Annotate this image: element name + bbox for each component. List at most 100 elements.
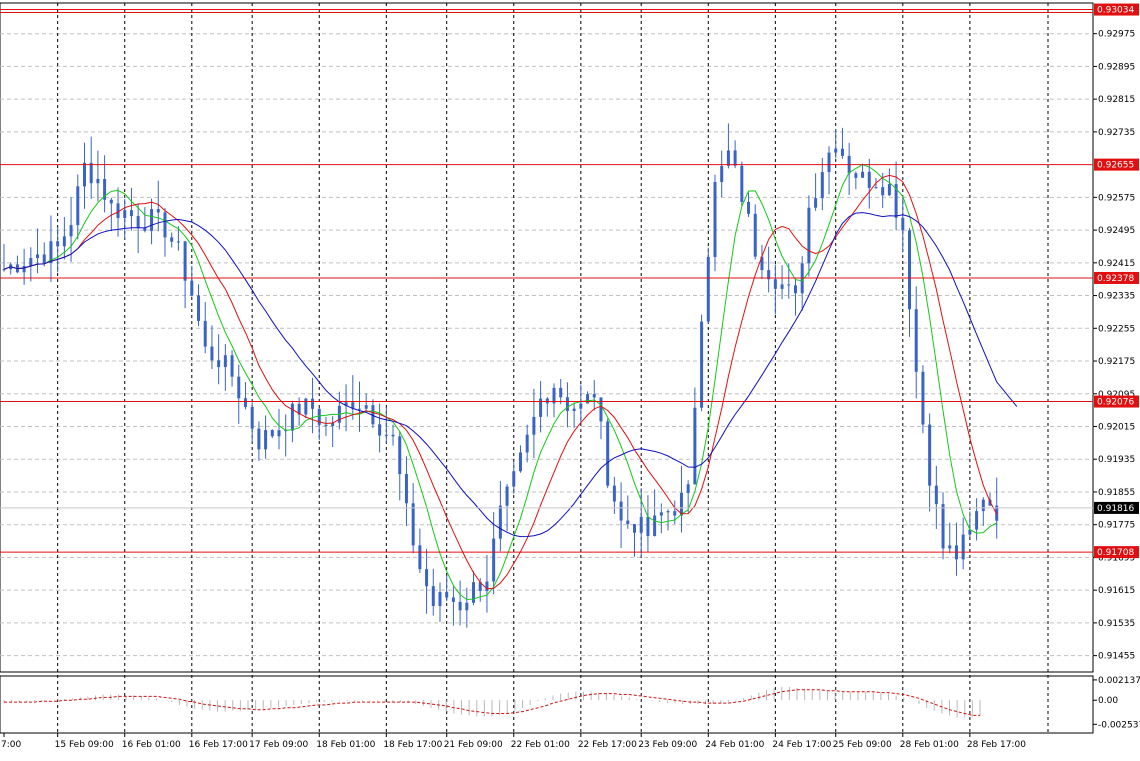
candle-body [592, 394, 596, 398]
candle-body [210, 346, 214, 361]
candle-body [230, 355, 234, 377]
x-tick-label: 17 Feb 09:00 [249, 740, 308, 750]
candle-body [404, 474, 408, 504]
candle-body [129, 210, 133, 217]
candle-body [96, 178, 100, 184]
y-tick-label: 0.92895 [1098, 62, 1135, 72]
candle-body [62, 236, 66, 247]
y-tick-label: 0.92975 [1098, 30, 1135, 40]
y-tick-label: 0.92175 [1098, 357, 1135, 367]
candle-body [36, 254, 40, 259]
candle-body [545, 398, 549, 404]
candle-body [89, 162, 93, 184]
y-tick-label: 0.92255 [1098, 324, 1135, 334]
candle-body [780, 284, 784, 289]
candle[interactable] [700, 314, 704, 412]
x-tick-label: 28 Feb 01:00 [900, 740, 959, 750]
x-tick-label: 21 Feb 09:00 [444, 740, 503, 750]
candle-body [633, 524, 637, 533]
y-tick-label: 0.92815 [1098, 95, 1135, 105]
candle-body [673, 511, 677, 516]
candle-body [223, 355, 227, 368]
candle-body [176, 241, 180, 243]
candle-body [787, 284, 791, 286]
current-price-label: 0.91816 [1097, 504, 1134, 514]
candle-body [700, 321, 704, 408]
candle[interactable] [921, 365, 925, 434]
candle-body [304, 398, 308, 415]
candle-body [834, 148, 838, 153]
candle-body [451, 597, 455, 602]
candle-body [82, 162, 86, 187]
candle-body [290, 403, 294, 431]
candle-body [445, 592, 449, 598]
candle-body [378, 424, 382, 436]
candle-body [431, 586, 435, 606]
candle[interactable] [706, 247, 710, 324]
candle-body [458, 601, 462, 611]
candle-body [270, 430, 274, 437]
candle[interactable] [606, 418, 610, 489]
candle-body [981, 499, 985, 512]
candle-body [840, 148, 844, 156]
candle-body [123, 210, 127, 219]
x-tick-label: 23 Feb 09:00 [638, 740, 697, 750]
y-tick-label: 0.92495 [1098, 226, 1135, 236]
candle-body [908, 230, 912, 310]
candle-body [706, 256, 710, 322]
candle-body [364, 405, 368, 409]
y-tick-label: 0.91855 [1098, 488, 1135, 498]
candle-body [472, 582, 476, 603]
candle-body [512, 471, 516, 487]
level-label: 0.92076 [1097, 398, 1134, 408]
candle-body [438, 592, 442, 606]
candle-body [156, 209, 160, 213]
candle-body [56, 241, 60, 247]
candle-body [579, 403, 583, 409]
candle-body [941, 504, 945, 549]
candle-body [713, 182, 717, 257]
candle-body [22, 266, 26, 273]
candle-body [518, 452, 522, 472]
candle[interactable] [740, 161, 744, 207]
candle-body [237, 376, 241, 399]
level-label: 0.93034 [1097, 6, 1134, 16]
candle-body [948, 545, 952, 549]
y-tick-label: 0.92415 [1098, 259, 1135, 269]
candle-body [532, 416, 536, 435]
candle-body [565, 397, 569, 411]
candle-body [243, 398, 247, 407]
candle-body [190, 280, 194, 296]
x-tick-label: 25 Feb 09:00 [833, 740, 892, 750]
candle-body [659, 512, 663, 516]
y-tick-label: 0.91535 [1098, 619, 1135, 629]
candle-body [914, 309, 918, 372]
candle-body [928, 424, 932, 486]
candle-body [42, 254, 46, 263]
candle-body [747, 201, 751, 214]
x-tick-label: 24 Feb 01:00 [705, 740, 764, 750]
x-tick-label: 24 Feb 17:00 [772, 740, 831, 750]
candle-body [861, 171, 865, 178]
candle[interactable] [713, 174, 717, 272]
price-chart[interactable]: 0.92975 0.92895 0.92815 0.92735 0.92575 0.924… [0, 0, 1140, 757]
x-tick-label: 16 Feb 17:00 [189, 740, 248, 750]
osc-tick-label: 0.00 [1098, 696, 1118, 706]
candle-body [934, 485, 938, 505]
candle-body [250, 406, 254, 429]
candle-body [136, 216, 140, 228]
candle-body [827, 152, 831, 173]
y-tick-label: 0.91455 [1098, 652, 1135, 662]
candle-body [398, 436, 402, 475]
candle-body [726, 150, 730, 166]
candle-body [505, 486, 509, 506]
candle-body [619, 501, 623, 521]
candle-body [814, 198, 818, 208]
x-tick-label: 18 Feb 17:00 [383, 740, 442, 750]
candle-body [485, 581, 489, 592]
x-tick-label: 7:00 [1, 740, 21, 750]
candle-body [170, 237, 174, 242]
candle-body [277, 430, 281, 437]
candle-body [921, 371, 925, 425]
candle-body [653, 515, 657, 537]
